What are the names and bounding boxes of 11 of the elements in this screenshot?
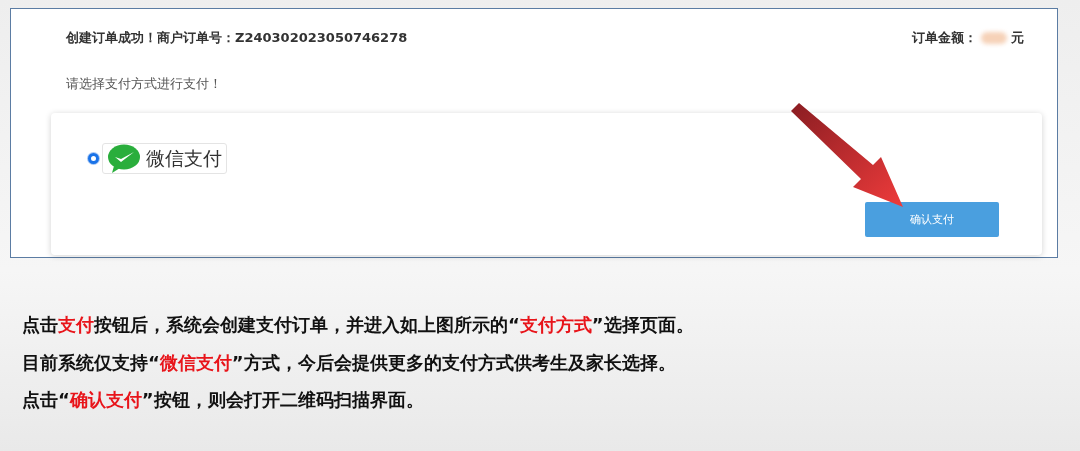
amount-label: 订单金额： [912, 29, 977, 47]
note-sentence: 点击支付按钮后，系统会创建支付订单，并进入如上图所示的“支付方式”选择页面。 [22, 313, 695, 337]
amount-unit: 元 [1011, 29, 1024, 47]
note-sentence: 目前系统仅支持“微信支付”方式，今后会提供更多的支付方式供考生及家长选择。 [22, 350, 677, 375]
chat-bubble-check-icon [107, 143, 141, 174]
radio-button[interactable] [88, 153, 99, 164]
order-success-text: 创建订单成功！商户订单号：Z240302023050746278 [66, 29, 408, 47]
note-sentence: 点击“确认支付”按钮，则会打开二维码扫描界面。 [22, 388, 425, 412]
redaction-blur [981, 32, 1007, 44]
wechat-pay-option[interactable]: 微信支付 [102, 143, 227, 174]
instruction-text: 请选择支付方式进行支付！ [65, 75, 223, 93]
